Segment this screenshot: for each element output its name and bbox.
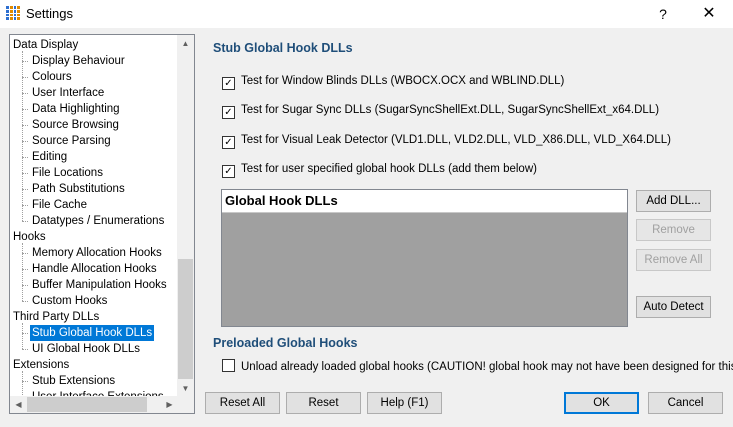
tree-item-stub-global-hook-dlls[interactable]: Stub Global Hook DLLs <box>30 325 155 341</box>
tree-item-source-browsing[interactable]: Source Browsing <box>32 117 119 133</box>
tree-connector <box>22 323 23 349</box>
window-title: Settings <box>26 6 73 21</box>
add-dll-button[interactable]: Add DLL... <box>636 190 711 212</box>
settings-tree[interactable]: Data Display Display Behaviour Colours User… <box>9 34 195 414</box>
tree-content: Data Display Display Behaviour Colours User… <box>10 35 178 397</box>
checkbox-sugar-sync[interactable]: ✓ Test for Sugar Sync DLLs (SugarSyncShel… <box>222 102 660 119</box>
auto-detect-button[interactable]: Auto Detect <box>636 296 711 318</box>
section-title: Stub Global Hook DLLs <box>213 41 353 55</box>
checkbox-visual-leak-detector-label: Test for Visual Leak Detector (VLD1.DLL,… <box>241 134 671 146</box>
tree-horizontal-scrollbar[interactable]: ◀ ▶ <box>10 396 178 413</box>
scroll-down-icon[interactable]: ▼ <box>177 380 194 397</box>
tree-connector <box>22 349 28 350</box>
tree-group-third-party-dlls[interactable]: Third Party DLLs <box>13 309 99 325</box>
scroll-corner <box>177 396 194 413</box>
tree-item-file-locations[interactable]: File Locations <box>32 165 103 181</box>
tree-item-source-parsing[interactable]: Source Parsing <box>32 133 111 149</box>
tree-connector <box>22 371 23 397</box>
tree-vertical-scrollbar[interactable]: ▲ ▼ <box>177 35 194 397</box>
list-column-header[interactable]: Global Hook DLLs <box>222 190 627 213</box>
ok-button[interactable]: OK <box>564 392 639 414</box>
scroll-left-icon[interactable]: ◀ <box>10 396 27 413</box>
tree-vscroll-thumb[interactable] <box>178 259 193 379</box>
checkbox-unload-hooks-label: Unload already loaded global hooks (CAUT… <box>241 361 733 373</box>
reset-button[interactable]: Reset <box>286 392 361 414</box>
checkbox-user-specified-box[interactable]: ✓ <box>222 165 235 178</box>
tree-item-data-highlighting[interactable]: Data Highlighting <box>32 101 120 117</box>
app-grid-icon <box>6 6 20 20</box>
tree-item-user-interface[interactable]: User Interface <box>32 85 104 101</box>
scroll-up-icon[interactable]: ▲ <box>177 35 194 52</box>
tree-connector <box>22 221 28 222</box>
checkbox-user-specified[interactable]: ✓ Test for user specified global hook DLL… <box>222 161 537 178</box>
checkbox-window-blinds-box[interactable]: ✓ <box>222 77 235 90</box>
tree-connector <box>22 51 23 221</box>
tree-item-ui-global-hook-dlls[interactable]: UI Global Hook DLLs <box>32 341 140 357</box>
tree-item-handle-allocation-hooks[interactable]: Handle Allocation Hooks <box>32 261 157 277</box>
remove-button[interactable]: Remove <box>636 219 711 241</box>
tree-item-colours[interactable]: Colours <box>32 69 72 85</box>
checkbox-sugar-sync-label: Test for Sugar Sync DLLs (SugarSyncShell… <box>241 104 660 116</box>
close-button[interactable]: ✕ <box>694 2 724 26</box>
reset-all-button[interactable]: Reset All <box>205 392 280 414</box>
tree-item-path-substitutions[interactable]: Path Substitutions <box>32 181 125 197</box>
title-bar: Settings ? ✕ <box>0 0 733 28</box>
tree-item-datatypes-enumerations[interactable]: Datatypes / Enumerations <box>32 213 164 229</box>
help-title-button[interactable]: ? <box>648 2 678 26</box>
help-f1-button[interactable]: Help (F1) <box>367 392 442 414</box>
tree-item-stub-extensions[interactable]: Stub Extensions <box>32 373 115 389</box>
tree-item-custom-hooks[interactable]: Custom Hooks <box>32 293 107 309</box>
tree-item-file-cache[interactable]: File Cache <box>32 197 87 213</box>
tree-item-editing[interactable]: Editing <box>32 149 67 165</box>
checkbox-window-blinds[interactable]: ✓ Test for Window Blinds DLLs (WBOCX.OCX … <box>222 73 565 90</box>
tree-connector <box>22 301 28 302</box>
scroll-right-icon[interactable]: ▶ <box>161 396 178 413</box>
checkbox-visual-leak-detector-box[interactable]: ✓ <box>222 136 235 149</box>
tree-item-memory-allocation-hooks[interactable]: Memory Allocation Hooks <box>32 245 162 261</box>
preloaded-section-title: Preloaded Global Hooks <box>213 336 358 350</box>
checkbox-unload-hooks[interactable]: Unload already loaded global hooks (CAUT… <box>222 359 733 375</box>
global-hook-dlls-list[interactable]: Global Hook DLLs <box>221 189 628 327</box>
tree-group-hooks[interactable]: Hooks <box>13 229 46 245</box>
checkbox-user-specified-label: Test for user specified global hook DLLs… <box>241 163 537 175</box>
checkbox-sugar-sync-box[interactable]: ✓ <box>222 106 235 119</box>
tree-hscroll-thumb[interactable] <box>27 397 147 412</box>
cancel-button[interactable]: Cancel <box>648 392 723 414</box>
tree-item-buffer-manipulation-hooks[interactable]: Buffer Manipulation Hooks <box>32 277 167 293</box>
tree-connector <box>22 243 23 301</box>
checkbox-visual-leak-detector[interactable]: ✓ Test for Visual Leak Detector (VLD1.DLL… <box>222 132 671 149</box>
remove-all-button[interactable]: Remove All <box>636 249 711 271</box>
tree-item-display-behaviour[interactable]: Display Behaviour <box>32 53 125 69</box>
checkbox-window-blinds-label: Test for Window Blinds DLLs (WBOCX.OCX a… <box>241 75 565 87</box>
checkbox-unload-hooks-box[interactable] <box>222 359 235 372</box>
